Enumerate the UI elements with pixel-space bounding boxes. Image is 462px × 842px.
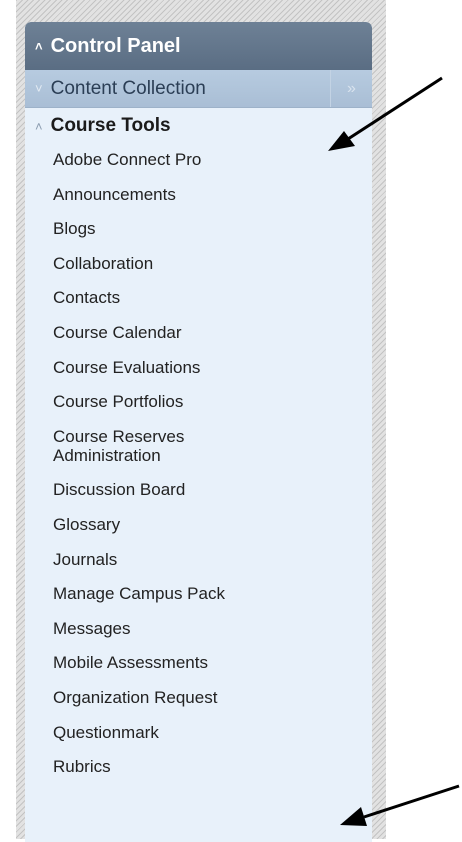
annotation-arrow-course-tools [328, 76, 460, 826]
arrow-to-rubrics [340, 784, 460, 826]
arrow-to-course-tools [328, 76, 443, 151]
